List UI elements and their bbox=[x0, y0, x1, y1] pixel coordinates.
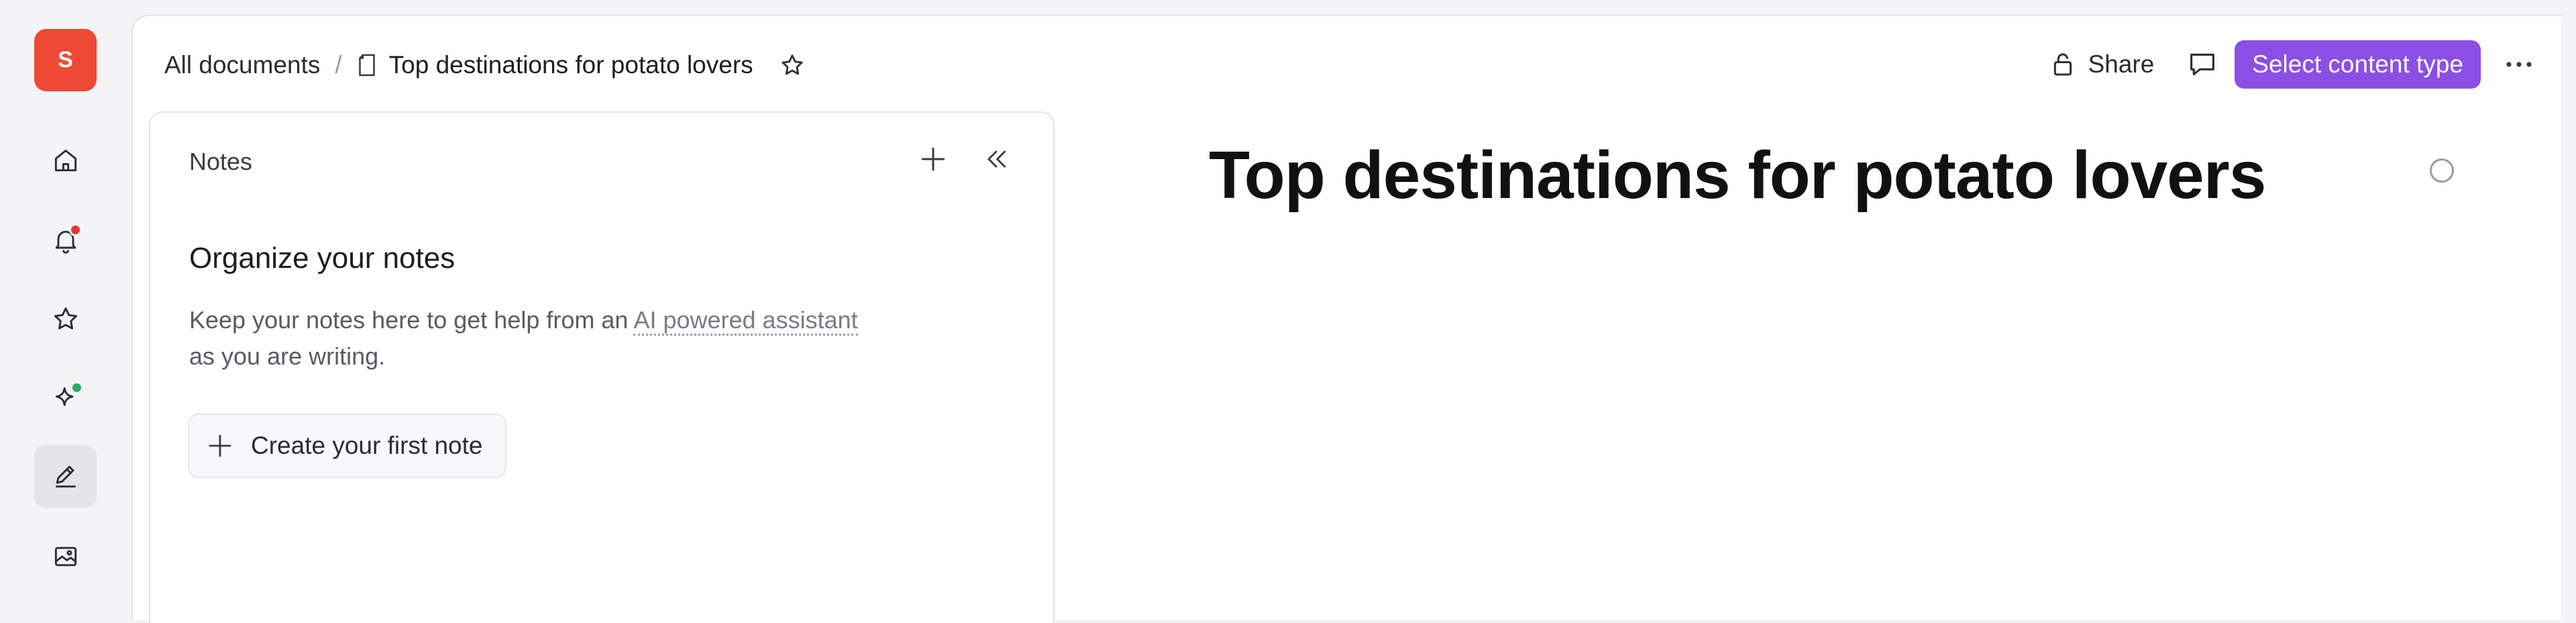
media-button[interactable] bbox=[34, 525, 97, 587]
share-label: Share bbox=[2088, 50, 2155, 78]
favorites-button[interactable] bbox=[34, 287, 97, 350]
breadcrumb-separator: / bbox=[335, 51, 342, 79]
breadcrumb-all-documents[interactable]: All documents bbox=[164, 51, 320, 79]
star-icon bbox=[54, 307, 77, 330]
notes-desc-text-end: as you are writing. bbox=[189, 342, 386, 370]
ai-assistant-link[interactable]: AI powered assistant bbox=[633, 306, 858, 336]
more-options-icon[interactable] bbox=[2505, 60, 2533, 68]
share-button[interactable]: Share bbox=[2051, 50, 2155, 79]
collapse-panel-icon[interactable] bbox=[983, 146, 1009, 172]
notes-panel: Notes Organize your notes Keep your note… bbox=[149, 111, 1055, 623]
favorite-star-icon[interactable] bbox=[779, 52, 806, 79]
home-icon bbox=[54, 149, 76, 171]
document-icon bbox=[358, 54, 375, 77]
notification-badge bbox=[69, 224, 82, 236]
main-card: All documents / Top destinations for pot… bbox=[131, 15, 2561, 623]
left-rail: S bbox=[0, 0, 131, 604]
notes-empty-title: Organize your notes bbox=[189, 242, 455, 275]
create-first-note-label: Create your first note bbox=[251, 432, 483, 459]
pen-icon bbox=[55, 465, 76, 487]
document-title[interactable]: Top destinations for potato lovers bbox=[1209, 137, 2266, 214]
breadcrumb: All documents / Top destinations for pot… bbox=[164, 48, 806, 82]
notes-empty-description: Keep your notes here to get help from an… bbox=[189, 302, 894, 375]
status-badge bbox=[70, 381, 83, 394]
notes-panel-title: Notes bbox=[189, 148, 253, 175]
create-first-note-button[interactable]: Create your first note bbox=[188, 414, 507, 478]
image-icon bbox=[54, 546, 76, 566]
comment-icon[interactable] bbox=[2188, 51, 2217, 78]
status-circle-icon[interactable] bbox=[2430, 158, 2454, 183]
ai-assistant-button[interactable] bbox=[34, 367, 97, 429]
notifications-button[interactable] bbox=[34, 209, 97, 271]
documents-button[interactable] bbox=[34, 445, 97, 508]
workspace-avatar[interactable]: S bbox=[34, 29, 97, 91]
add-note-icon[interactable] bbox=[919, 145, 947, 173]
select-content-type-button[interactable]: Select content type bbox=[2235, 40, 2481, 89]
home-button[interactable] bbox=[34, 129, 97, 191]
notes-desc-text: Keep your notes here to get help from an bbox=[189, 306, 634, 334]
breadcrumb-current-document[interactable]: Top destinations for potato lovers bbox=[389, 51, 753, 79]
header-actions: Share Select content type bbox=[2051, 39, 2533, 90]
lock-icon bbox=[2053, 53, 2072, 76]
plus-icon bbox=[209, 434, 231, 457]
